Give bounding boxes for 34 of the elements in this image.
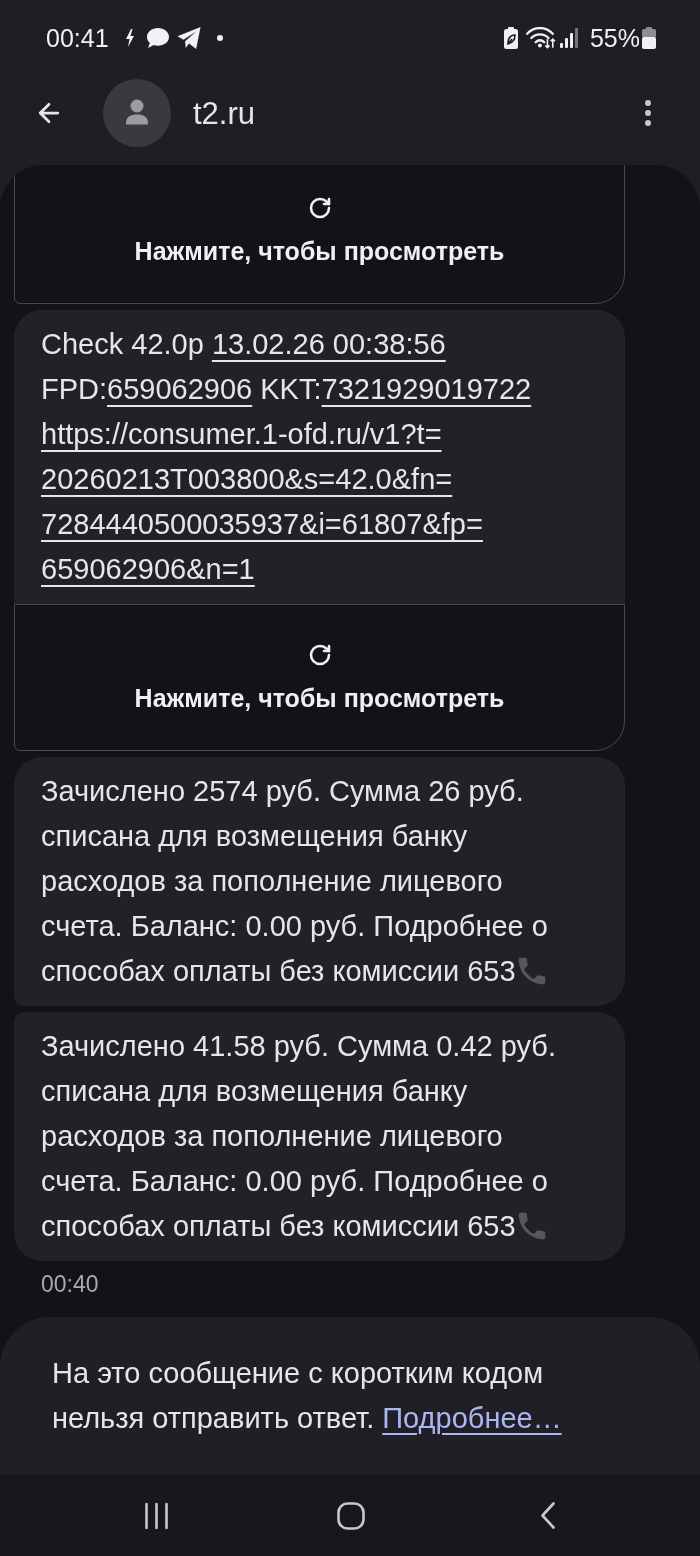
link[interactable]: 659062906&n=1: [41, 553, 255, 585]
home-icon: [337, 1501, 365, 1530]
dot-icon: [216, 35, 223, 41]
wifi-icon: [525, 27, 556, 49]
menu-icon: [645, 100, 651, 126]
recent-apps-icon: [144, 1502, 168, 1529]
message-text: Зачислено 2574 руб. Сумма 26 руб. списана для возмещения банку расходов за пополнение лицевого счета. Баланс: 0.00 руб. Подробнее о способах оплаты без комиссии 653: [41, 774, 549, 989]
notice-text: На это сообщение с коротким кодом нельзя отправить ответ. Подробнее…: [52, 1356, 563, 1436]
message-text: Зачислено 41.58 руб. Сумма 0.42 руб. списана для возмещения банку расходов за пополнение лицевого счета. Баланс: 0.00 руб. Подробнее о способах оплаты без комиссии 653: [41, 1029, 558, 1244]
refresh-icon: [307, 643, 332, 667]
refresh-icon: [307, 196, 332, 220]
battery-saver-icon: [503, 27, 518, 49]
link[interactable]: 20260213T003800&s=42.0&fn=: [41, 463, 453, 495]
conversation-title: t2.ru: [193, 97, 256, 129]
link[interactable]: 659062906: [107, 373, 253, 405]
link[interactable]: https://consumer.1-ofd.ru/v1?t=: [41, 418, 442, 450]
clock-time: 00:41: [46, 25, 109, 51]
link[interactable]: 7284440500035937&i=61807&fp=: [41, 508, 483, 540]
chat-bubble-icon: [146, 28, 169, 48]
chevron-left-icon: [541, 1502, 555, 1529]
link[interactable]: 7321929019722: [321, 373, 532, 405]
paper-plane-icon: [176, 27, 201, 49]
avatar-icon: [103, 79, 171, 147]
signal-icon: [559, 28, 578, 48]
learn-more-link[interactable]: Подробнее…: [382, 1402, 562, 1434]
message-text: Check 42.0р 13.02.26 00:38:56 FPD:659062906 KKT:7321929019722 https://consumer.1-ofd.ru/v1?t= 20260213T003800&s=42.0&fn= 7284440500035937&i=61807&fp= 659062906&n=1: [41, 327, 533, 587]
home-button[interactable]: [336, 1500, 366, 1531]
message-timestamp: 00:40: [41, 1270, 99, 1298]
battery-icon: [642, 27, 656, 49]
tap-to-view-card[interactable]: Нажмите, чтобы просмотреть: [14, 604, 625, 751]
tap-to-view-card[interactable]: Нажмите, чтобы просмотреть: [14, 165, 625, 304]
battery-percentage: 55%: [589, 25, 640, 51]
lightning-bolt-icon: [124, 29, 135, 47]
link[interactable]: 13.02.26 00:38:56: [211, 328, 446, 360]
